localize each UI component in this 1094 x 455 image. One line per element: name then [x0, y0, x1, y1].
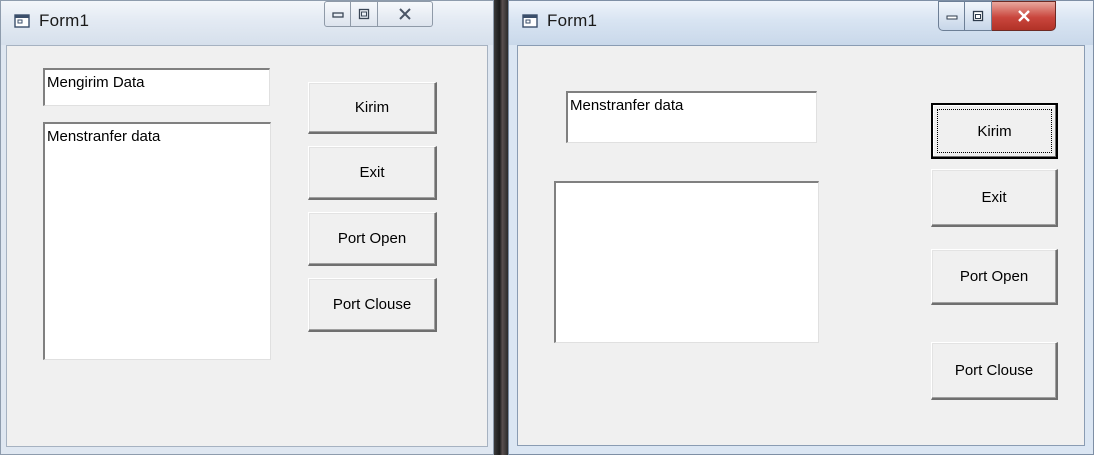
port-open-button-label: Port Open	[959, 268, 1029, 285]
form-icon	[14, 14, 30, 28]
list-item: Menstranfer data	[47, 128, 161, 145]
port-open-button-label: Port Open	[337, 230, 407, 247]
title-bar[interactable]: Form1	[509, 1, 1093, 45]
window-title: Form1	[39, 11, 90, 30]
port-close-button[interactable]: Port Clouse	[308, 278, 437, 332]
data-textbox-value: Mengirim Data	[47, 74, 145, 91]
minimize-icon	[331, 12, 344, 18]
maximize-button[interactable]	[965, 1, 992, 31]
data-textbox[interactable]: Menstranfer data	[566, 91, 817, 143]
kirim-button[interactable]: Kirim	[308, 82, 437, 134]
close-button[interactable]	[992, 1, 1056, 31]
close-button[interactable]	[378, 1, 433, 27]
port-open-button[interactable]: Port Open	[308, 212, 437, 266]
exit-button-label: Exit	[359, 164, 385, 181]
title-bar[interactable]: Form1	[1, 1, 493, 45]
exit-button-label: Exit	[981, 189, 1007, 206]
minimize-icon	[946, 15, 957, 20]
close-icon	[399, 8, 411, 20]
data-list-box[interactable]	[554, 181, 819, 343]
kirim-button[interactable]: Kirim	[931, 103, 1058, 159]
port-close-button[interactable]: Port Clouse	[931, 342, 1058, 400]
data-textbox-value: Menstranfer data	[570, 97, 684, 114]
maximize-icon	[972, 10, 984, 22]
kirim-button-label: Kirim	[354, 99, 390, 116]
close-icon	[1017, 10, 1030, 22]
caption-buttons	[938, 1, 1088, 31]
data-textbox[interactable]: Mengirim Data	[43, 68, 270, 106]
data-list-box[interactable]: Menstranfer data	[43, 122, 271, 360]
form1-window-right: Form1 Menstranfer data Kirim Exit Port O…	[508, 0, 1094, 455]
caption-buttons	[324, 1, 493, 27]
maximize-button[interactable]	[351, 1, 378, 27]
minimize-button[interactable]	[324, 1, 351, 27]
port-close-button-label: Port Clouse	[332, 296, 412, 313]
form-client-area: Menstranfer data Kirim Exit Port Open Po…	[517, 45, 1085, 446]
maximize-icon	[358, 8, 370, 20]
minimize-button[interactable]	[938, 1, 965, 31]
window-title: Form1	[547, 11, 598, 30]
kirim-button-label: Kirim	[977, 122, 1012, 140]
exit-button[interactable]: Exit	[308, 146, 437, 200]
form1-window-left: Form1 Mengirim Data Menstranfer data Kir…	[0, 0, 494, 455]
form-client-area: Mengirim Data Menstranfer data Kirim Exi…	[6, 45, 488, 447]
port-close-button-label: Port Clouse	[954, 362, 1034, 379]
window-separator	[494, 0, 508, 455]
form-icon	[522, 14, 538, 28]
port-open-button[interactable]: Port Open	[931, 249, 1058, 305]
exit-button[interactable]: Exit	[931, 169, 1058, 227]
